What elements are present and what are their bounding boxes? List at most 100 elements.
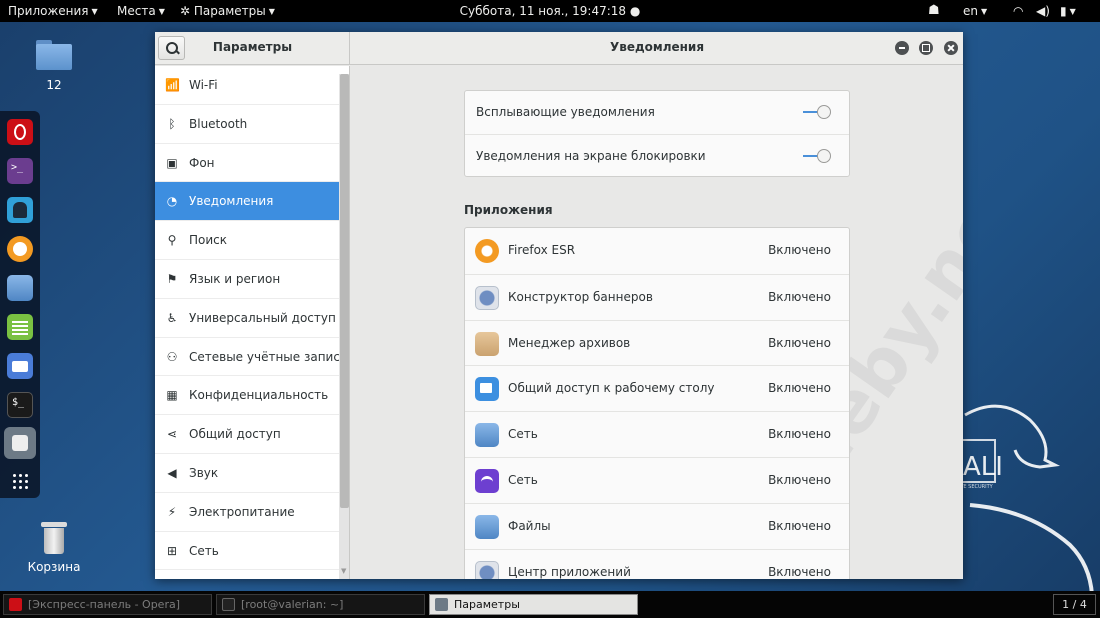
region-icon: ⚑ [166,272,178,286]
sidebar-item-12[interactable]: ⊞ Сеть [155,532,339,571]
trash-icon [41,522,67,554]
accessibility-icon: ♿ [166,310,178,325]
clock[interactable]: Суббота, 11 ноя., 19:47:18 [460,4,626,18]
files-icon[interactable] [7,275,33,301]
app-row[interactable]: Сеть Включено [465,411,849,457]
image-editor-icon[interactable] [7,353,33,379]
network-icon: ⊞ [166,543,178,558]
app-row[interactable]: Сеть Включено [465,457,849,503]
sidebar-item-7[interactable]: ⚇ Сетевые учётные записи [155,338,348,377]
app-name: Сеть [508,427,538,442]
app-indicator-icon[interactable]: ☗ [928,0,940,22]
sidebar-item-4[interactable]: ⚲ Поиск [155,221,339,260]
opera-icon [9,598,22,611]
svg-text:VE SECURITY: VE SECURITY [960,484,994,490]
applications-menu[interactable]: Приложения ▼ [8,0,98,22]
applications-list: Firefox ESR Включено Конструктор баннеров В… [464,227,850,579]
avatar-app-icon[interactable] [7,197,33,223]
task-settings[interactable]: Параметры [429,594,638,615]
app-row[interactable]: Firefox ESR Включено [465,228,849,274]
lock-screen-notifications-row[interactable]: Уведомления на экране блокировки [465,134,849,177]
app-row[interactable]: Центр приложений Включено [465,548,849,579]
sidebar-item-label: Универсальный доступ [189,310,336,325]
sidebar-item-5[interactable]: ⚑ Язык и регион [155,260,339,299]
bluetooth-icon: ᛒ [168,116,176,131]
language-selector[interactable]: en ▼ [963,0,987,22]
scroll-down-arrow-icon[interactable]: ▼ [341,567,346,575]
desktop-folder[interactable]: 12 [30,40,78,92]
online-accounts-icon: ⚇ [166,349,178,364]
applications-header: Приложения [464,203,553,217]
sidebar-item-10[interactable]: ◀ Звук [155,454,339,493]
app-name: Файлы [508,518,551,533]
desktop-sharing-icon [475,377,499,402]
close-button[interactable] [944,41,958,55]
scrollbar-thumb[interactable] [340,74,349,508]
sidebar-item-0[interactable]: 📶 Wi-Fi [155,66,339,105]
settings-icon[interactable] [4,427,36,459]
settings-app-menu[interactable]: ✲ Параметры ▼ [180,0,275,22]
sidebar-item-9[interactable]: ⋖ Общий доступ [155,415,339,454]
notifications-panel: Codeby.net Всплывающие уведомления Уведо… [351,66,963,579]
firefox-icon[interactable] [7,236,33,262]
caret-down-icon: ▼ [981,7,988,16]
privacy-icon: ▦ [166,388,178,403]
task-opera[interactable]: [Экспресс-панель - Opera] [3,594,212,615]
sidebar-item-8[interactable]: ▦ Конфиденциальность [155,376,339,416]
wifi-status-icon[interactable]: ◠ [1013,0,1023,22]
notifications-icon: ◔ [166,194,178,209]
lock-screen-notifications-switch[interactable] [803,149,831,163]
app-row[interactable]: Общий доступ к рабочему столу Включено [465,365,849,411]
desktop-trash[interactable]: Корзина [26,522,82,574]
task-label: [Экспресс-панель - Opera] [28,598,181,611]
caret-down-icon: ▼ [1069,7,1076,16]
volume-icon[interactable]: ◀) [1036,0,1050,22]
sidebar-item-label: Поиск [189,233,228,248]
app-row[interactable]: Файлы Включено [465,502,849,549]
popup-notifications-switch[interactable] [803,105,831,119]
sidebar-item-label: Общий доступ [189,427,281,442]
workspace-indicator[interactable]: 1 / 4 [1053,594,1096,615]
app-row[interactable]: Менеджер архивов Включено [465,319,849,366]
tools-icon: ✲ [180,4,194,18]
app-row[interactable]: Конструктор баннеров Включено [465,273,849,320]
terminal-purple-icon[interactable] [7,158,33,184]
notes-icon[interactable] [7,314,33,340]
task-terminal[interactable]: [root@valerian: ~] [216,594,425,615]
terminal-icon [222,598,235,611]
search-button[interactable] [158,36,185,60]
sidebar-item-1[interactable]: ᛒ Bluetooth [155,105,339,144]
sidebar-item-3[interactable]: ◔ Уведомления [155,182,339,222]
app-name: Firefox ESR [508,243,576,257]
app-name: Сеть [508,473,538,487]
svg-text:ALI: ALI [963,452,1003,482]
sidebar-item-6[interactable]: ♿ Универсальный доступ [155,299,339,338]
app-name: Общий доступ к рабочему столу [508,381,715,396]
sidebar-item-label: Bluetooth [189,116,248,131]
sidebar-item-label: Электропитание [189,504,295,519]
maximize-button[interactable] [919,41,933,55]
minimize-button[interactable] [895,41,909,55]
app-status: Включено [768,289,831,304]
app-status: Включено [768,381,831,396]
power-menu[interactable]: ▮ ▼ [1060,0,1076,22]
show-apps-icon[interactable] [7,468,33,494]
sidebar-scrollbar[interactable]: ▼ [339,74,349,579]
app-name: Менеджер архивов [508,335,631,350]
background-icon: ▣ [166,155,178,170]
sidebar-item-label: Фон [189,155,215,170]
search-icon: ⚲ [167,233,177,248]
sidebar-item-11[interactable]: ⚡ Электропитание [155,493,339,532]
places-menu[interactable]: Места ▼ [117,0,165,22]
terminal-icon[interactable] [7,392,33,418]
battery-icon: ▮ [1060,4,1067,18]
sidebar-header: Параметры [155,32,350,65]
sidebar-item-2[interactable]: ▣ Фон [155,144,339,183]
sidebar-title: Параметры [212,40,293,54]
app-name: Центр приложений [508,564,631,579]
popup-notifications-row[interactable]: Всплывающие уведомления [465,91,849,134]
network-folder-icon [475,423,499,448]
banner-designer-icon [475,285,499,310]
archive-manager-icon [475,331,499,356]
opera-icon[interactable] [7,119,33,145]
